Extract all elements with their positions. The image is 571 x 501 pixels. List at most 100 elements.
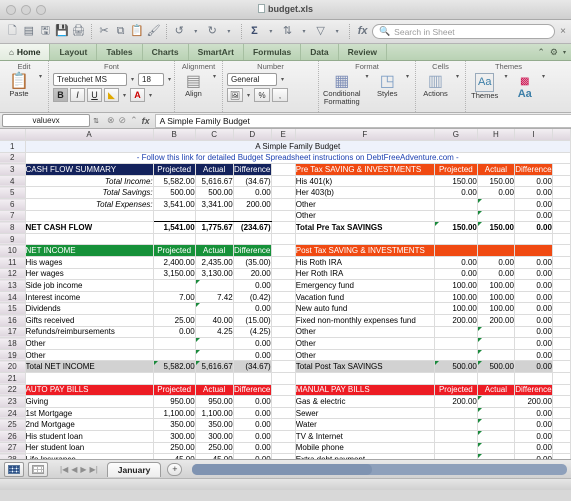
spacer-cell[interactable] <box>552 407 571 420</box>
cell-i19[interactable]: 0.00 <box>514 349 553 362</box>
cell-d24[interactable]: 0.00 <box>233 407 272 420</box>
cell-a28[interactable]: Life Insurance <box>25 453 154 459</box>
cell-a11[interactable]: His wages <box>25 256 154 269</box>
cell-g13[interactable]: 100.00 <box>434 279 478 292</box>
cell-g27[interactable] <box>434 442 478 455</box>
row-header-3[interactable]: 3 <box>0 163 26 176</box>
row-header-9[interactable]: 9 <box>0 233 26 246</box>
save-as-icon[interactable]: 🖫 <box>38 22 53 41</box>
row-header-12[interactable]: 12 <box>0 268 26 281</box>
row-header-24[interactable]: 24 <box>0 407 26 420</box>
cell-b17[interactable]: 0.00 <box>153 326 196 339</box>
cell-g19[interactable] <box>434 349 478 362</box>
spacer-cell[interactable] <box>271 407 296 420</box>
row-header-19[interactable]: 19 <box>0 349 26 362</box>
cell-d13[interactable]: 0.00 <box>233 279 272 292</box>
collapse-ribbon-icon[interactable]: ⌃ <box>537 47 545 58</box>
prev-sheet-icon[interactable]: ◀ <box>71 465 77 474</box>
row-header-4[interactable]: 4 <box>0 175 26 188</box>
spacer-cell[interactable] <box>271 337 296 350</box>
cell-g16[interactable]: 200.00 <box>434 314 478 327</box>
row-header-27[interactable]: 27 <box>0 442 26 455</box>
spacer-cell[interactable] <box>552 349 571 362</box>
cell-h26[interactable] <box>477 430 515 443</box>
themes-dropdown-icon[interactable]: ▾ <box>502 73 509 80</box>
font-size-select[interactable]: 18 <box>138 73 165 86</box>
table-row[interactable]: 27 Her student loan 250.00 250.00 0.00 M… <box>0 442 571 455</box>
undo-icon[interactable]: ↺ <box>172 22 187 41</box>
function-icon[interactable]: fx <box>142 116 150 126</box>
cell-h21[interactable] <box>477 372 515 385</box>
cell-a18[interactable]: Other <box>25 337 154 350</box>
table-row[interactable]: 1 A Simple Family Budget <box>0 140 571 153</box>
cell-g5[interactable]: 0.00 <box>434 186 478 200</box>
cell-g25[interactable] <box>434 418 478 431</box>
row-header-25[interactable]: 25 <box>0 418 26 431</box>
currency-dropdown-icon[interactable]: ▾ <box>245 92 252 99</box>
spacer-cell[interactable] <box>552 453 571 459</box>
total-post-tax-difference[interactable]: 0.00 <box>514 360 553 373</box>
spacer-cell[interactable] <box>271 430 296 443</box>
spacer-cell[interactable] <box>552 279 571 292</box>
row-header-28[interactable]: 28 <box>0 453 26 459</box>
cell-i12[interactable]: 0.00 <box>514 268 553 281</box>
spacer-cell[interactable] <box>271 221 296 234</box>
cell-i5[interactable]: 0.00 <box>514 186 553 200</box>
cell-d6[interactable]: 200.00 <box>233 198 272 211</box>
spacer-cell[interactable] <box>552 175 571 188</box>
formula-input[interactable]: A Simple Family Budget <box>154 113 571 128</box>
cell-i17[interactable]: 0.00 <box>514 326 553 339</box>
cell-f28[interactable]: Extra debt payment <box>295 453 435 459</box>
cell-c15[interactable] <box>195 302 234 315</box>
cell-c14[interactable]: 7.42 <box>195 291 234 304</box>
cell-c11[interactable]: 2,435.00 <box>195 256 234 269</box>
table-row[interactable]: 13 Side job income 0.00 Emergency fund 1… <box>0 279 571 292</box>
spacer-cell[interactable] <box>271 384 296 397</box>
cell-d26[interactable]: 0.00 <box>233 430 272 443</box>
cell-f5[interactable]: Her 403(b) <box>295 186 435 200</box>
cell-d15[interactable]: 0.00 <box>233 302 272 315</box>
cell-f11[interactable]: His Roth IRA <box>295 256 435 269</box>
cell-c26[interactable]: 300.00 <box>195 430 234 443</box>
theme-colors-dropdown-icon[interactable]: ▾ <box>540 73 547 80</box>
cell-a13[interactable]: Side job income <box>25 279 154 292</box>
cell-f17[interactable]: Other <box>295 326 435 339</box>
spacer-cell[interactable] <box>552 233 571 246</box>
cell-a6[interactable]: Total Expenses: <box>25 198 154 211</box>
cell-i9[interactable] <box>514 233 553 246</box>
cell-f15[interactable]: New auto fund <box>295 302 435 315</box>
copy-icon[interactable]: ⧉ <box>113 22 128 41</box>
save-icon[interactable]: 💾 <box>55 22 70 41</box>
column-header-c[interactable]: C <box>195 129 234 142</box>
tab-home[interactable]: ⌂ Home <box>0 44 51 60</box>
tab-layout[interactable]: Layout <box>50 44 98 60</box>
cell-a15[interactable]: Dividends <box>25 302 154 315</box>
paste-dropdown-icon[interactable]: ▾ <box>37 73 44 80</box>
cell-d23[interactable]: 0.00 <box>233 395 272 408</box>
cell-a16[interactable]: Gifts received <box>25 314 154 327</box>
total-post-tax-label[interactable]: Total Post Tax SAVINGS <box>295 360 435 373</box>
spacer-cell[interactable] <box>271 256 296 269</box>
cell-i4[interactable]: 0.00 <box>514 175 553 188</box>
cell-h5[interactable]: 0.00 <box>477 186 515 200</box>
cell-a26[interactable]: His student loan <box>25 430 154 443</box>
filter-dropdown-icon[interactable]: ▾ <box>330 22 345 41</box>
row-header-2[interactable]: 2 <box>0 152 26 165</box>
table-row[interactable]: 20 Total NET INCOME 5,582.00 5,616.67 (3… <box>0 360 571 373</box>
cell-i11[interactable]: 0.00 <box>514 256 553 269</box>
spacer-cell[interactable] <box>552 326 571 339</box>
cell-g24[interactable] <box>434 407 478 420</box>
spacer-cell[interactable] <box>271 314 296 327</box>
cell-f18[interactable]: Other <box>295 337 435 350</box>
name-box-dropdown-icon[interactable]: ⇅ <box>90 117 102 125</box>
cell-a27[interactable]: Her student loan <box>25 442 154 455</box>
total-net-income-actual[interactable]: 5,616.67 <box>195 360 234 373</box>
spacer-cell[interactable] <box>271 244 296 258</box>
spacer-cell[interactable] <box>552 210 571 223</box>
cell-b7[interactable] <box>153 210 196 223</box>
row-header-13[interactable]: 13 <box>0 279 26 292</box>
cell-h13[interactable]: 100.00 <box>477 279 515 292</box>
conditional-formatting-button[interactable]: ▦ Conditional Formatting <box>323 73 361 106</box>
cell-a21[interactable] <box>25 372 154 385</box>
cell-i14[interactable]: 0.00 <box>514 291 553 304</box>
